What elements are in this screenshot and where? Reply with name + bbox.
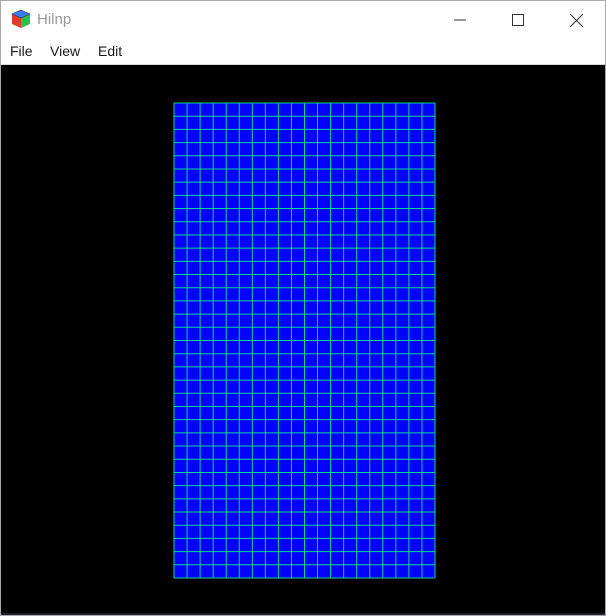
app-window: Hilnp File View Edit	[0, 0, 606, 616]
mesh-grid	[173, 102, 436, 579]
render-viewport[interactable]	[1, 65, 605, 615]
cube-icon	[11, 9, 31, 29]
maximize-icon	[512, 14, 524, 26]
maximize-button[interactable]	[489, 1, 547, 39]
minimize-icon	[454, 19, 466, 21]
close-button[interactable]	[547, 1, 605, 39]
menu-view[interactable]: View	[50, 43, 80, 59]
menu-edit[interactable]: Edit	[98, 43, 122, 59]
menu-file[interactable]: File	[10, 43, 33, 59]
menu-bar: File View Edit	[1, 39, 605, 64]
viewport-bottom-edge	[1, 613, 605, 615]
close-icon	[570, 14, 583, 27]
window-title: Hilnp	[37, 11, 72, 28]
minimize-button[interactable]	[431, 1, 489, 39]
title-bar[interactable]: Hilnp	[1, 1, 605, 39]
